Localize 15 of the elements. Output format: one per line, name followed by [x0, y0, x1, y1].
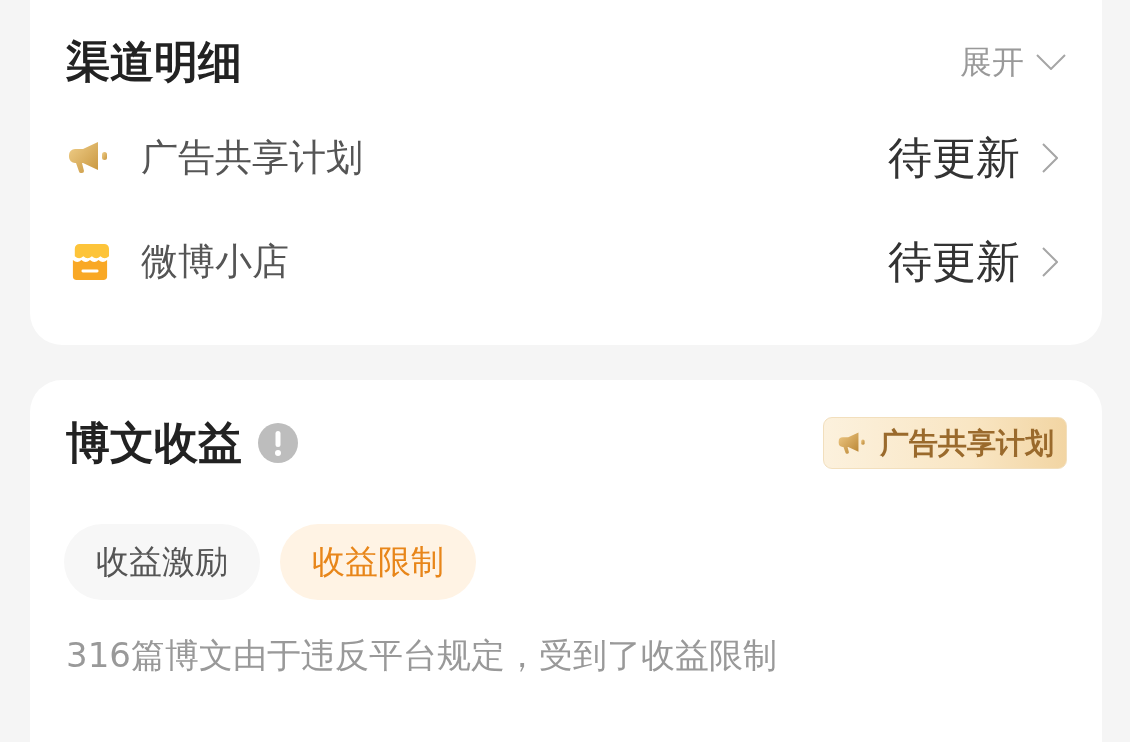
tag-label: 广告共享计划 — [880, 425, 1054, 461]
channel-name: 广告共享计划 — [141, 135, 364, 181]
expand-button[interactable]: 展开 — [960, 42, 1066, 82]
exclamation-icon[interactable] — [258, 423, 298, 463]
section-title: 博文收益 — [66, 417, 242, 469]
channel-status: 待更新 — [888, 131, 1020, 185]
section-title: 渠道明细 — [66, 36, 242, 88]
megaphone-icon — [838, 430, 868, 456]
restriction-note: 316篇博文由于违反平台规定，受到了收益限制 — [66, 634, 778, 677]
channel-name: 微博小店 — [141, 239, 290, 285]
channel-status: 待更新 — [888, 235, 1020, 289]
chevron-right-icon[interactable] — [1042, 143, 1058, 173]
chevron-right-icon[interactable] — [1042, 247, 1058, 277]
filter-tab[interactable]: 收益限制 — [280, 524, 476, 600]
filter-tab[interactable]: 收益激励 — [64, 524, 260, 600]
